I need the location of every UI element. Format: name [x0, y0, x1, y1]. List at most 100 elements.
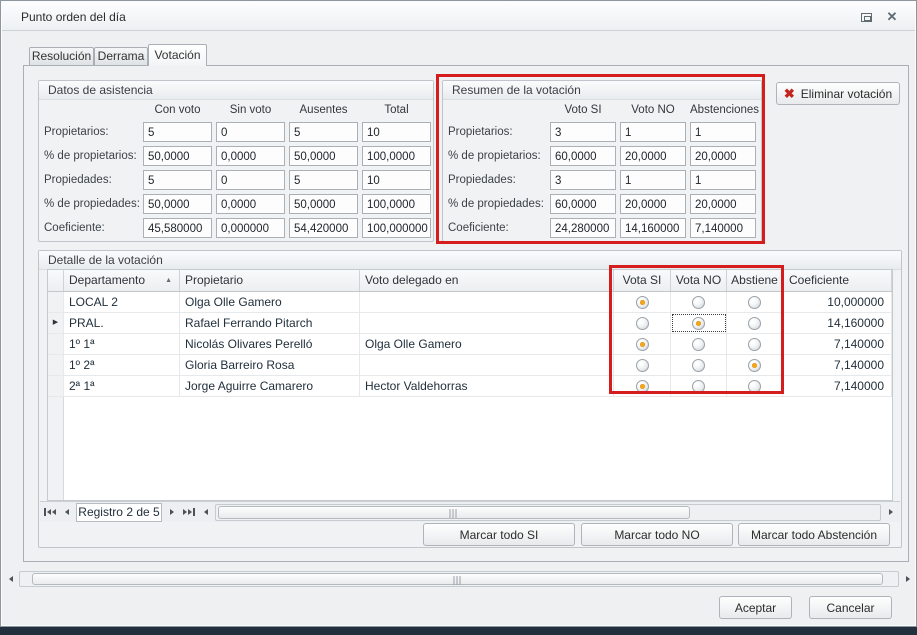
value-field[interactable]: 7,140000 [690, 218, 756, 238]
value-field[interactable]: 0 [216, 122, 285, 142]
value-field[interactable]: 45,580000 [143, 218, 212, 238]
cancel-button[interactable]: Cancelar [809, 596, 892, 619]
mark-all-yes-button[interactable]: Marcar todo SI [423, 523, 575, 546]
radio-abstiene[interactable] [727, 292, 783, 312]
cell-propietario[interactable]: Olga Olle Gamero [180, 292, 360, 312]
last-record-button[interactable] [181, 504, 196, 521]
column-header-propietario[interactable]: Propietario [180, 270, 360, 291]
value-field[interactable]: 50,0000 [143, 146, 212, 166]
radio-vota-si[interactable] [614, 355, 671, 375]
value-field[interactable]: 1 [620, 170, 686, 190]
dialog-scrollbar-thumb[interactable] [32, 573, 883, 585]
value-field[interactable]: 100,0000 [362, 194, 431, 214]
value-field[interactable]: 20,0000 [690, 146, 756, 166]
cell-coeficiente[interactable]: 7,140000 [783, 355, 892, 375]
column-header-vota-si[interactable]: Vota SI [614, 270, 671, 291]
cell-coeficiente[interactable]: 7,140000 [783, 376, 892, 396]
cell-delegado[interactable] [360, 355, 614, 375]
radio-vota-no[interactable] [671, 334, 727, 354]
radio-vota-si[interactable] [614, 313, 671, 333]
cell-propietario[interactable]: Nicolás Olivares Perelló [180, 334, 360, 354]
value-field[interactable]: 5 [289, 170, 358, 190]
value-field[interactable]: 50,0000 [143, 194, 212, 214]
dialog-scroll-right-button[interactable] [900, 571, 915, 588]
value-field[interactable]: 60,0000 [550, 194, 616, 214]
value-field[interactable]: 1 [690, 122, 756, 142]
tab-votacion[interactable]: Votación [148, 44, 207, 66]
value-field[interactable]: 10 [362, 122, 431, 142]
value-field[interactable]: 20,0000 [690, 194, 756, 214]
mark-all-abstention-button[interactable]: Marcar todo Abstención [738, 523, 890, 546]
value-field[interactable]: 5 [143, 170, 212, 190]
cell-coeficiente[interactable]: 10,000000 [783, 292, 892, 312]
prev-record-button[interactable] [59, 504, 74, 521]
value-field[interactable]: 5 [143, 122, 212, 142]
value-field[interactable]: 1 [620, 122, 686, 142]
accept-button[interactable]: Aceptar [719, 596, 792, 619]
value-field[interactable]: 0,000000 [216, 218, 285, 238]
radio-vota-no[interactable] [671, 313, 727, 333]
radio-vota-si[interactable] [614, 376, 671, 396]
radio-abstiene[interactable] [727, 334, 783, 354]
cell-delegado[interactable]: Hector Valdehorras [360, 376, 614, 396]
cell-departamento[interactable]: LOCAL 2 [64, 292, 180, 312]
grid-scrollbar-thumb[interactable] [218, 505, 690, 519]
cell-propietario[interactable]: Rafael Ferrando Pitarch [180, 313, 360, 333]
dialog-scroll-left-button[interactable] [3, 571, 18, 588]
first-record-button[interactable] [42, 504, 57, 521]
value-field[interactable]: 3 [550, 122, 616, 142]
value-field[interactable]: 3 [550, 170, 616, 190]
value-field[interactable]: 5 [289, 122, 358, 142]
value-field[interactable]: 100,0000 [362, 146, 431, 166]
value-field[interactable]: 20,0000 [620, 194, 686, 214]
value-field[interactable]: 10 [362, 170, 431, 190]
cell-delegado[interactable]: Olga Olle Gamero [360, 334, 614, 354]
column-header-departamento[interactable]: Departamento ▲ [64, 270, 180, 291]
cell-departamento[interactable]: PRAL. [64, 313, 180, 333]
value-field[interactable]: 50,0000 [289, 146, 358, 166]
value-field[interactable]: 60,0000 [550, 146, 616, 166]
radio-vota-si[interactable] [614, 334, 671, 354]
column-header-abstiene[interactable]: Abstiene [727, 270, 783, 291]
mark-all-no-button[interactable]: Marcar todo NO [581, 523, 733, 546]
tab-resolucion[interactable]: Resolución [29, 47, 94, 65]
grid-horizontal-scrollbar[interactable] [215, 503, 881, 521]
close-button[interactable]: ✕ [883, 9, 901, 25]
dialog-scrollbar-track[interactable] [19, 571, 899, 587]
cell-departamento[interactable]: 1º 1ª [64, 334, 180, 354]
value-field[interactable]: 100,000000 [362, 218, 431, 238]
radio-vota-no[interactable] [671, 292, 727, 312]
radio-abstiene[interactable] [727, 313, 783, 333]
next-record-button[interactable] [164, 504, 179, 521]
radio-vota-si[interactable] [614, 292, 671, 312]
titlebar[interactable]: Punto orden del día ✕ [2, 2, 915, 31]
radio-vota-no[interactable] [671, 355, 727, 375]
value-field[interactable]: 1 [690, 170, 756, 190]
cell-departamento[interactable]: 2ª 1ª [64, 376, 180, 396]
radio-abstiene[interactable] [727, 376, 783, 396]
radio-vota-no[interactable] [671, 376, 727, 396]
grid-scroll-left-button[interactable] [198, 504, 213, 521]
value-field[interactable]: 0,0000 [216, 146, 285, 166]
grid-scroll-right-button[interactable] [883, 504, 898, 521]
value-field[interactable]: 14,160000 [620, 218, 686, 238]
cell-propietario[interactable]: Jorge Aguirre Camarero [180, 376, 360, 396]
column-header-voto-delegado[interactable]: Voto delegado en [360, 270, 614, 291]
column-header-vota-no[interactable]: Vota NO [671, 270, 727, 291]
cell-propietario[interactable]: Gloria Barreiro Rosa [180, 355, 360, 375]
tab-derrama[interactable]: Derrama [94, 47, 148, 65]
value-field[interactable]: 0 [216, 170, 285, 190]
column-header-coeficiente[interactable]: Coeficiente [783, 270, 892, 291]
cell-coeficiente[interactable]: 7,140000 [783, 334, 892, 354]
radio-abstiene[interactable] [727, 355, 783, 375]
delete-vote-button[interactable]: ✖ Eliminar votación [776, 82, 900, 105]
value-field[interactable]: 24,280000 [550, 218, 616, 238]
value-field[interactable]: 50,0000 [289, 194, 358, 214]
restore-button[interactable] [857, 9, 875, 25]
cell-departamento[interactable]: 1º 2ª [64, 355, 180, 375]
value-field[interactable]: 20,0000 [620, 146, 686, 166]
cell-coeficiente[interactable]: 14,160000 [783, 313, 892, 333]
cell-delegado[interactable] [360, 292, 614, 312]
value-field[interactable]: 54,420000 [289, 218, 358, 238]
cell-delegado[interactable] [360, 313, 614, 333]
